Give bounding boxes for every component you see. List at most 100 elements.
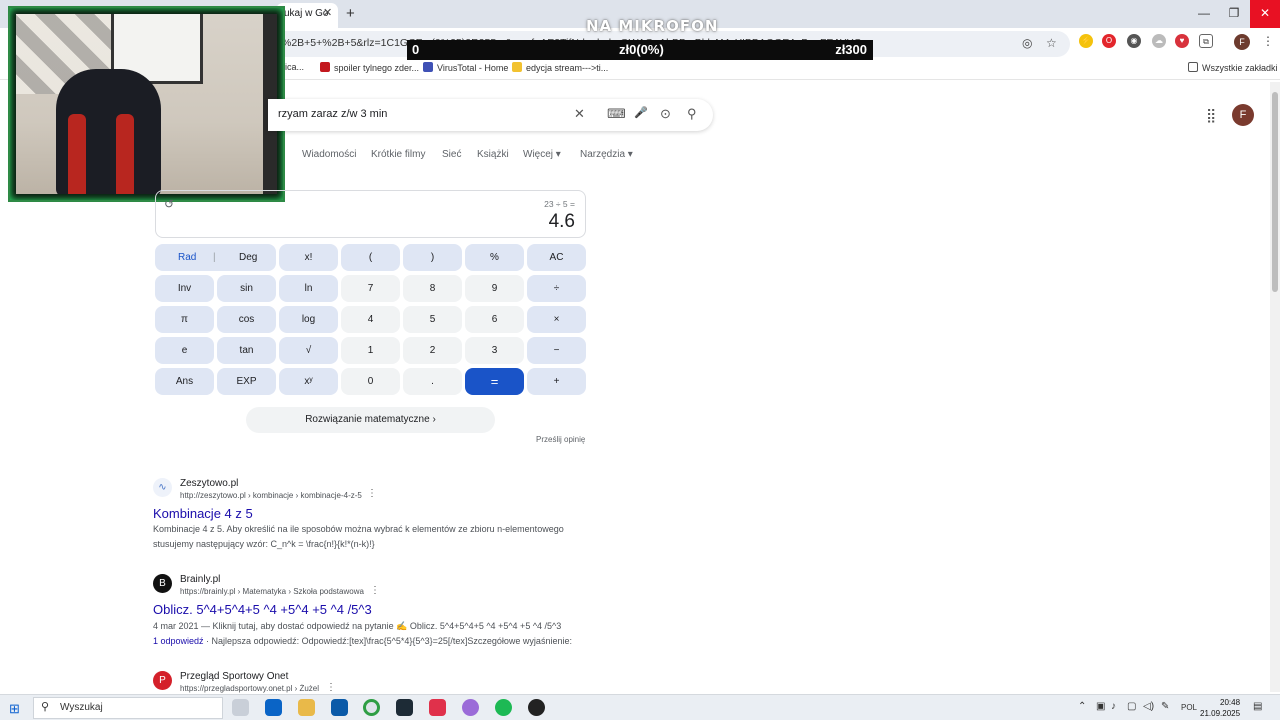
microphone-icon[interactable]: ♪ <box>1111 701 1116 712</box>
result-more-icon[interactable]: ⋮ <box>370 585 380 596</box>
bookmark-item[interactable]: edycja stream--->ti... <box>512 62 608 73</box>
result-site-name[interactable]: Przegląd Sportowy Onet <box>180 671 288 682</box>
taskbar-search-input[interactable]: Wyszukaj <box>33 697 223 719</box>
browser-menu-icon[interactable]: ⋮ <box>1262 34 1274 48</box>
sin-key[interactable]: sin <box>217 275 276 302</box>
divide-key[interactable]: ÷ <box>527 275 586 302</box>
all-bookmarks[interactable]: Wszystkie zakładki <box>1188 62 1278 73</box>
result-url[interactable]: https://przegladsportowy.onet.pl › Żużel <box>180 684 319 693</box>
math-solution-button[interactable]: Rozwiązanie matematyczne › <box>246 407 495 433</box>
minus-key[interactable]: − <box>527 337 586 364</box>
cos-key[interactable]: cos <box>217 306 276 333</box>
new-tab-icon[interactable]: + <box>346 5 355 22</box>
spotify-icon[interactable] <box>495 699 512 716</box>
cloud-icon[interactable]: ☁ <box>1152 34 1166 48</box>
equals-key[interactable]: = <box>465 368 524 395</box>
tray-app-icon[interactable]: ▢ <box>1127 701 1136 712</box>
answer-key[interactable]: Ans <box>155 368 214 395</box>
windows-start-icon[interactable]: ⊞ <box>9 701 20 717</box>
result-url[interactable]: https://brainly.pl › Matematyka › Szkoła… <box>180 587 364 596</box>
eye-off-icon[interactable]: ◎ <box>1022 36 1032 50</box>
wps-icon[interactable] <box>429 699 446 716</box>
outlook-icon[interactable] <box>265 699 282 716</box>
obs-icon[interactable] <box>462 699 479 716</box>
bookmark-item[interactable]: spoiler tylnego zder... <box>320 62 419 73</box>
result-more-icon[interactable]: ⋮ <box>367 488 377 499</box>
minimize-button[interactable]: — <box>1188 0 1220 28</box>
exp-key[interactable]: EXP <box>217 368 276 395</box>
task-view-icon[interactable] <box>232 699 249 716</box>
tab-tools[interactable]: Narzędzia ▾ <box>580 149 633 160</box>
clear-icon[interactable]: ✕ <box>574 106 585 122</box>
bookmark-item[interactable]: VirusTotal - Home <box>423 62 508 73</box>
digit-7-key[interactable]: 7 <box>341 275 400 302</box>
page-scrollbar[interactable] <box>1270 82 1280 692</box>
file-explorer-icon[interactable] <box>298 699 315 716</box>
close-paren-key[interactable]: ) <box>403 244 462 271</box>
search-box[interactable]: rzyam zaraz z/w 3 min ✕ ⌨ 🎤 ⊙ ⚲ <box>268 99 713 131</box>
factorial-key[interactable]: x! <box>279 244 338 271</box>
multiply-key[interactable]: × <box>527 306 586 333</box>
tab-more[interactable]: Więcej ▾ <box>523 149 561 160</box>
extension-icon[interactable]: ◉ <box>1127 34 1141 48</box>
app-icon[interactable] <box>528 699 545 716</box>
taskbar-clock[interactable]: 20:48 21.09.2025 <box>1200 697 1240 719</box>
account-avatar[interactable]: F <box>1232 104 1254 126</box>
digit-5-key[interactable]: 5 <box>403 306 462 333</box>
feedback-link[interactable]: Prześlij opinię <box>536 435 585 444</box>
notifications-icon[interactable]: ▤ <box>1253 701 1262 712</box>
tray-chevron-icon[interactable]: ⌃ <box>1078 701 1086 712</box>
tab-close-icon[interactable]: ✕ <box>323 6 332 19</box>
open-paren-key[interactable]: ( <box>341 244 400 271</box>
euler-key[interactable]: e <box>155 337 214 364</box>
keyboard-icon[interactable]: ⌨ <box>607 106 626 122</box>
digit-4-key[interactable]: 4 <box>341 306 400 333</box>
volume-icon[interactable]: ◁) <box>1143 701 1154 712</box>
extension-icon[interactable]: ♥ <box>1175 34 1189 48</box>
tab-web[interactable]: Sieć <box>442 149 461 160</box>
tray-app-icon[interactable]: ▣ <box>1096 701 1105 712</box>
decimal-key[interactable]: . <box>403 368 462 395</box>
rad-deg-toggle[interactable]: Rad | Deg <box>155 244 276 271</box>
result-url[interactable]: http://zeszytowo.pl › kombinacje › kombi… <box>180 491 362 500</box>
tab-books[interactable]: Książki <box>477 149 509 160</box>
pen-icon[interactable]: ✎ <box>1161 701 1169 712</box>
extension-icon[interactable]: ⚡ <box>1079 34 1093 48</box>
result-title[interactable]: Oblicz. 5^4+5^4+5 ^4 +5^4 +5 ^4 /5^3 <box>153 602 372 617</box>
language-indicator[interactable]: POL <box>1181 703 1197 712</box>
log-key[interactable]: log <box>279 306 338 333</box>
microphone-icon[interactable]: 🎤 <box>634 106 648 119</box>
percent-key[interactable]: % <box>465 244 524 271</box>
inverse-key[interactable]: Inv <box>155 275 214 302</box>
star-icon[interactable]: ☆ <box>1046 36 1057 50</box>
digit-0-key[interactable]: 0 <box>341 368 400 395</box>
search-icon[interactable]: ⚲ <box>687 106 697 122</box>
chrome-icon[interactable] <box>363 699 380 716</box>
tan-key[interactable]: tan <box>217 337 276 364</box>
digit-2-key[interactable]: 2 <box>403 337 462 364</box>
result-site-name[interactable]: Brainly.pl <box>180 574 220 585</box>
plus-key[interactable]: + <box>527 368 586 395</box>
tab-news[interactable]: Wiadomości <box>302 149 356 160</box>
result-more-icon[interactable]: ⋮ <box>326 682 336 693</box>
pi-key[interactable]: π <box>155 306 214 333</box>
digit-1-key[interactable]: 1 <box>341 337 400 364</box>
ln-key[interactable]: ln <box>279 275 338 302</box>
puzzle-icon[interactable]: ⧉ <box>1199 34 1213 48</box>
digit-9-key[interactable]: 9 <box>465 275 524 302</box>
digit-8-key[interactable]: 8 <box>403 275 462 302</box>
apps-grid-icon[interactable]: ⣿ <box>1206 107 1216 124</box>
all-clear-key[interactable]: AC <box>527 244 586 271</box>
capcut-icon[interactable] <box>396 699 413 716</box>
search-input[interactable]: rzyam zaraz z/w 3 min <box>278 108 387 120</box>
digit-3-key[interactable]: 3 <box>465 337 524 364</box>
power-key[interactable]: xʸ <box>279 368 338 395</box>
result-title[interactable]: Kombinacje 4 z 5 <box>153 506 253 521</box>
opera-icon[interactable]: O <box>1102 34 1116 48</box>
digit-6-key[interactable]: 6 <box>465 306 524 333</box>
profile-avatar[interactable]: F <box>1234 34 1250 50</box>
lens-icon[interactable]: ⊙ <box>660 106 671 122</box>
sqrt-key[interactable]: √ <box>279 337 338 364</box>
store-icon[interactable] <box>331 699 348 716</box>
history-icon[interactable]: ↺ <box>164 197 174 211</box>
